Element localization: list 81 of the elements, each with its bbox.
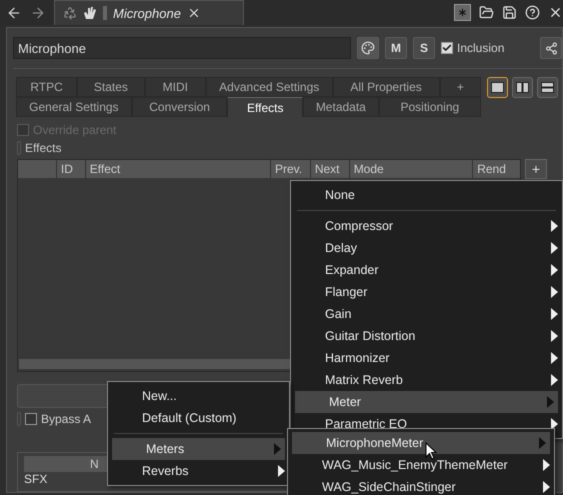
submenu-arrow-icon xyxy=(551,264,558,276)
submenu-arrow-icon xyxy=(278,465,285,477)
submenu-arrow-icon xyxy=(551,374,558,386)
hand-icon xyxy=(83,6,97,20)
column-header[interactable]: Rend xyxy=(472,160,520,178)
cursor-icon xyxy=(425,442,437,460)
column-header[interactable]: Effect xyxy=(84,160,270,178)
grip-icon xyxy=(103,6,107,20)
menu-item[interactable]: Guitar Distortion xyxy=(291,325,562,347)
column-header[interactable]: Mode xyxy=(348,160,472,178)
menu-item[interactable]: Expander xyxy=(291,259,562,281)
layout-icon xyxy=(491,82,504,93)
tab[interactable]: + xyxy=(440,77,482,97)
layout-button[interactable] xyxy=(487,77,508,98)
layout-button[interactable] xyxy=(512,77,533,98)
share-icon xyxy=(544,42,558,54)
column-header[interactable]: ID xyxy=(56,160,85,178)
tab[interactable]: Conversion xyxy=(132,97,228,117)
menu-item[interactable]: MicrophoneMeter xyxy=(292,432,550,454)
tab[interactable]: Effects xyxy=(227,97,304,117)
bypass-checkbox[interactable]: Bypass A xyxy=(25,412,92,426)
name-field[interactable]: Microphone xyxy=(13,37,351,59)
document-tab[interactable]: Microphone xyxy=(54,0,244,25)
layout-icon xyxy=(541,82,554,93)
layout-button[interactable] xyxy=(537,77,558,98)
table-cell-text: SFX xyxy=(24,472,48,486)
section-title: Effects xyxy=(25,141,62,155)
save-icon[interactable] xyxy=(502,5,517,20)
menu-item[interactable]: Meter xyxy=(295,391,558,413)
submenu-arrow-icon xyxy=(551,308,558,320)
submenu-arrow-icon xyxy=(551,242,558,254)
column-header[interactable]: Next xyxy=(310,160,349,178)
submenu-arrow-icon xyxy=(551,330,558,342)
help-icon[interactable] xyxy=(525,5,540,20)
layout-icon xyxy=(516,82,529,93)
submenu-arrow-icon xyxy=(551,220,558,232)
tab[interactable]: States xyxy=(77,77,145,97)
close-icon[interactable] xyxy=(548,5,563,20)
tab[interactable]: All Properties xyxy=(332,77,440,97)
submenu-arrow-icon xyxy=(539,437,546,449)
menu-item[interactable]: Flanger xyxy=(291,281,562,303)
menu-item[interactable]: Default (Custom) xyxy=(108,407,289,429)
tab[interactable]: RTPC xyxy=(16,77,78,97)
menu-item[interactable]: Compressor xyxy=(291,215,562,237)
palette-icon xyxy=(361,41,375,55)
document-title: Microphone xyxy=(113,6,181,20)
menu-item[interactable]: Harmonizer xyxy=(291,347,562,369)
menu-item[interactable]: Reverbs xyxy=(108,460,289,482)
tab[interactable]: General Settings xyxy=(16,97,132,117)
inclusion-checkbox[interactable]: Inclusion xyxy=(441,41,504,55)
submenu-arrow-icon xyxy=(274,443,281,455)
menu-item[interactable]: WAG_SideChainStinger xyxy=(288,476,554,495)
tab[interactable]: Metadata xyxy=(303,97,379,117)
submenu-arrow-icon xyxy=(547,396,554,408)
submenu-arrow-icon xyxy=(551,418,558,430)
asterisk-icon[interactable] xyxy=(454,4,471,21)
menu-item[interactable]: New... xyxy=(108,385,289,407)
submenu-arrow-icon xyxy=(551,352,558,364)
forward-icon[interactable] xyxy=(30,4,46,20)
share-button[interactable] xyxy=(540,37,562,59)
menu-item[interactable]: Meters xyxy=(112,438,285,460)
menu-item[interactable]: WAG_Music_EnemyThemeMeter xyxy=(288,454,554,476)
check-icon xyxy=(442,43,452,53)
add-button[interactable]: + xyxy=(525,159,547,179)
menu-item[interactable]: Delay xyxy=(291,237,562,259)
submenu-arrow-icon xyxy=(543,481,550,493)
toggle-button[interactable]: M xyxy=(385,37,407,59)
submenu-arrow-icon xyxy=(551,286,558,298)
back-icon[interactable] xyxy=(6,4,22,20)
folder-icon[interactable] xyxy=(479,5,494,20)
menu-item[interactable]: Matrix Reverb xyxy=(291,369,562,391)
tab[interactable]: Advanced Settings xyxy=(206,77,333,97)
menu-item[interactable]: None xyxy=(291,184,562,206)
column-header[interactable]: Prev. xyxy=(270,160,310,178)
submenu-arrow-icon xyxy=(543,459,550,471)
recycle-icon xyxy=(63,6,77,20)
tab[interactable]: Positioning xyxy=(378,97,482,117)
menu-item[interactable]: Gain xyxy=(291,303,562,325)
tab[interactable]: MIDI xyxy=(144,77,206,97)
toggle-button[interactable]: S xyxy=(413,37,435,59)
palette-button[interactable] xyxy=(357,37,379,59)
